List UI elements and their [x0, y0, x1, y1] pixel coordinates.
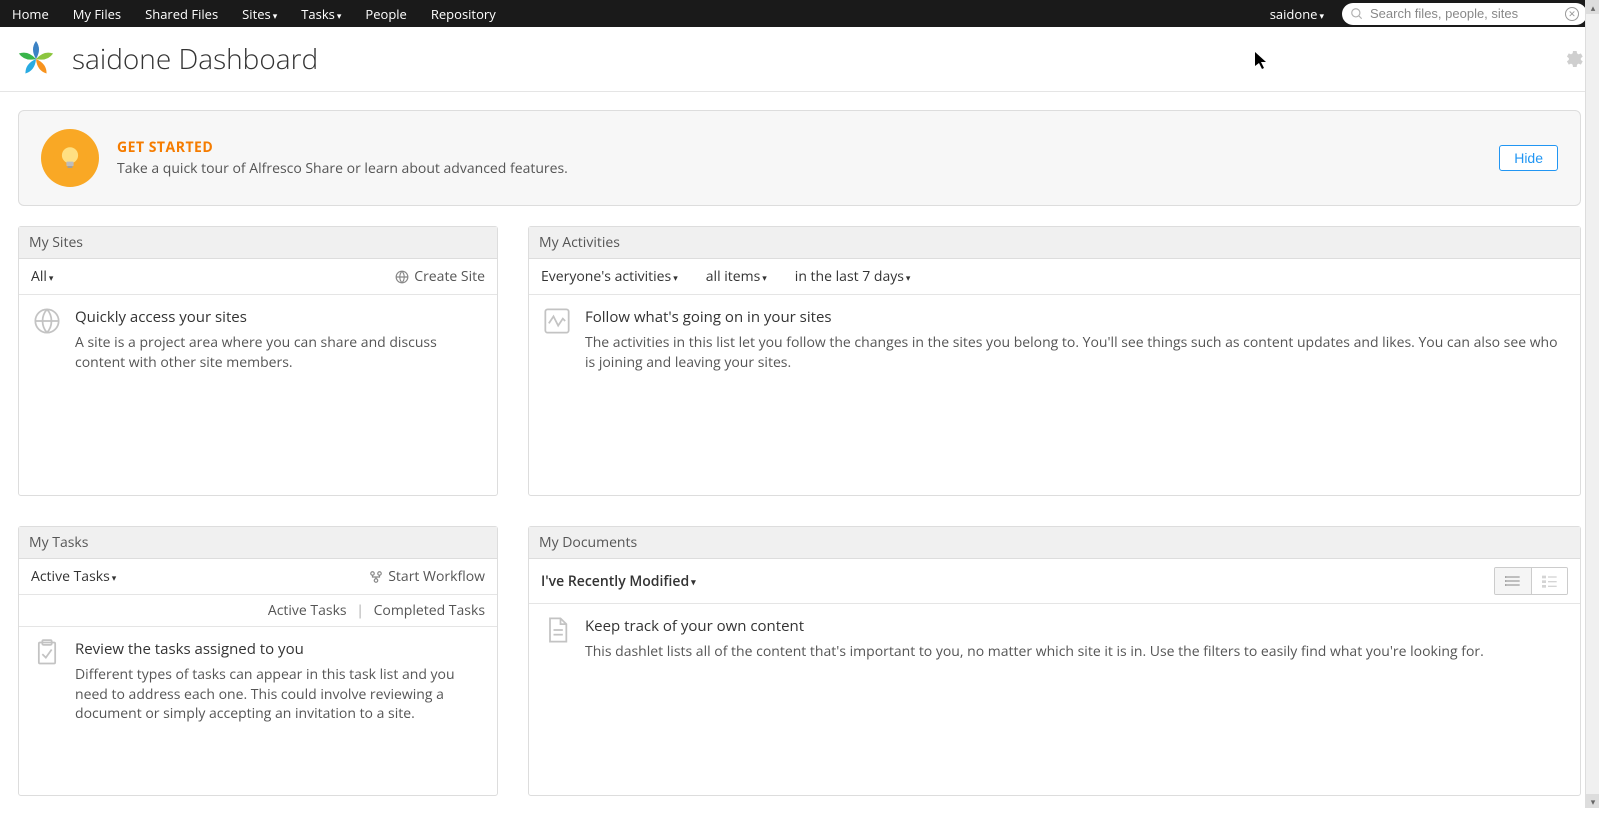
- search-icon: [1350, 7, 1364, 21]
- my-tasks-info-desc: Different types of tasks can appear in t…: [75, 665, 483, 724]
- activity-icon: [543, 307, 571, 335]
- top-nav: Home My Files Shared Files Sites▾ Tasks▾…: [0, 0, 1599, 27]
- start-workflow-link[interactable]: Start Workflow: [369, 567, 485, 586]
- nav-people[interactable]: People: [365, 5, 406, 23]
- nav-home[interactable]: Home: [12, 5, 49, 23]
- clear-search-icon[interactable]: ✕: [1565, 7, 1579, 21]
- my-documents-header: My Documents: [529, 527, 1580, 559]
- my-sites-header: My Sites: [19, 227, 497, 259]
- create-site-link[interactable]: Create Site: [395, 267, 485, 286]
- dashlet-my-tasks: My Tasks Active Tasks▾ Start Workflow Ac…: [18, 526, 498, 796]
- activities-filter-who[interactable]: Everyone's activities▾: [541, 267, 678, 286]
- scroll-down-icon[interactable]: ▾: [1586, 794, 1599, 808]
- my-tasks-tabs: Active Tasks | Completed Tasks: [19, 595, 497, 627]
- tab-completed-tasks[interactable]: Completed Tasks: [374, 601, 485, 620]
- settings-gear-icon[interactable]: [1563, 48, 1585, 70]
- my-documents-toolbar: I've Recently Modified▾: [529, 559, 1580, 604]
- my-tasks-header: My Tasks: [19, 527, 497, 559]
- my-tasks-toolbar: Active Tasks▾ Start Workflow: [19, 559, 497, 595]
- list-simple-icon: [1505, 574, 1521, 588]
- view-simple-button[interactable]: [1495, 568, 1531, 594]
- hide-button[interactable]: Hide: [1499, 145, 1558, 171]
- top-nav-right: saidone▾ ✕: [1270, 3, 1587, 25]
- dashlet-my-documents: My Documents I've Recently Modified▾: [528, 526, 1581, 796]
- my-activities-info-desc: The activities in this list let you foll…: [585, 333, 1566, 372]
- my-activities-info-title: Follow what's going on in your sites: [585, 307, 1566, 327]
- activities-filter-when[interactable]: in the last 7 days▾: [795, 267, 911, 286]
- list-detailed-icon: [1542, 574, 1558, 588]
- search-box: ✕: [1342, 3, 1587, 25]
- get-started-panel: GET STARTED Take a quick tour of Alfresc…: [18, 110, 1581, 206]
- clipboard-check-icon: [33, 639, 61, 667]
- lightbulb-icon: [41, 129, 99, 187]
- my-tasks-filter[interactable]: Active Tasks▾: [31, 567, 116, 586]
- my-tasks-info-title: Review the tasks assigned to you: [75, 639, 483, 659]
- view-toggle: [1494, 567, 1568, 595]
- dashlets-grid: My Sites All▾ Create Site Quickly access…: [18, 226, 1581, 796]
- my-documents-info-desc: This dashlet lists all of the content th…: [585, 642, 1484, 662]
- page-header: saidone Dashboard: [0, 27, 1599, 92]
- activities-filter-what[interactable]: all items▾: [706, 267, 767, 286]
- nav-sites[interactable]: Sites▾: [242, 5, 277, 23]
- document-icon: [543, 616, 571, 644]
- alfresco-logo: [14, 37, 58, 81]
- vertical-scrollbar[interactable]: ▴ ▾: [1585, 0, 1599, 808]
- page-title: saidone Dashboard: [72, 40, 1563, 78]
- dashlet-my-sites: My Sites All▾ Create Site Quickly access…: [18, 226, 498, 496]
- tab-active-tasks[interactable]: Active Tasks: [268, 601, 347, 620]
- my-activities-header: My Activities: [529, 227, 1580, 259]
- my-sites-info-desc: A site is a project area where you can s…: [75, 333, 483, 372]
- nav-shared-files[interactable]: Shared Files: [145, 5, 218, 23]
- my-sites-body: Quickly access your sites A site is a pr…: [19, 295, 497, 495]
- get-started-text: GET STARTED Take a quick tour of Alfresc…: [117, 138, 1499, 178]
- content-area: GET STARTED Take a quick tour of Alfresc…: [0, 92, 1599, 814]
- top-nav-left: Home My Files Shared Files Sites▾ Tasks▾…: [12, 5, 1270, 23]
- my-sites-toolbar: All▾ Create Site: [19, 259, 497, 295]
- scroll-up-icon[interactable]: ▴: [1586, 0, 1599, 14]
- my-sites-filter[interactable]: All▾: [31, 267, 53, 286]
- dashlet-my-activities: My Activities Everyone's activities▾ all…: [528, 226, 1581, 496]
- my-tasks-body: Review the tasks assigned to you Differe…: [19, 627, 497, 795]
- nav-tasks[interactable]: Tasks▾: [301, 5, 341, 23]
- my-documents-body: Keep track of your own content This dash…: [529, 604, 1580, 795]
- globe-icon: [33, 307, 61, 335]
- workflow-icon: [369, 570, 383, 584]
- my-documents-filter[interactable]: I've Recently Modified▾: [541, 572, 696, 591]
- nav-my-files[interactable]: My Files: [73, 5, 121, 23]
- globe-icon: [395, 270, 409, 284]
- get-started-title: GET STARTED: [117, 138, 1499, 157]
- my-activities-toolbar: Everyone's activities▾ all items▾ in the…: [529, 259, 1580, 295]
- my-activities-body: Follow what's going on in your sites The…: [529, 295, 1580, 495]
- search-input[interactable]: [1370, 6, 1565, 21]
- my-sites-info-title: Quickly access your sites: [75, 307, 483, 327]
- my-documents-info-title: Keep track of your own content: [585, 616, 1484, 636]
- nav-repository[interactable]: Repository: [431, 5, 496, 23]
- user-menu[interactable]: saidone▾: [1270, 5, 1324, 23]
- view-detailed-button[interactable]: [1531, 568, 1567, 594]
- get-started-desc: Take a quick tour of Alfresco Share or l…: [117, 159, 1499, 178]
